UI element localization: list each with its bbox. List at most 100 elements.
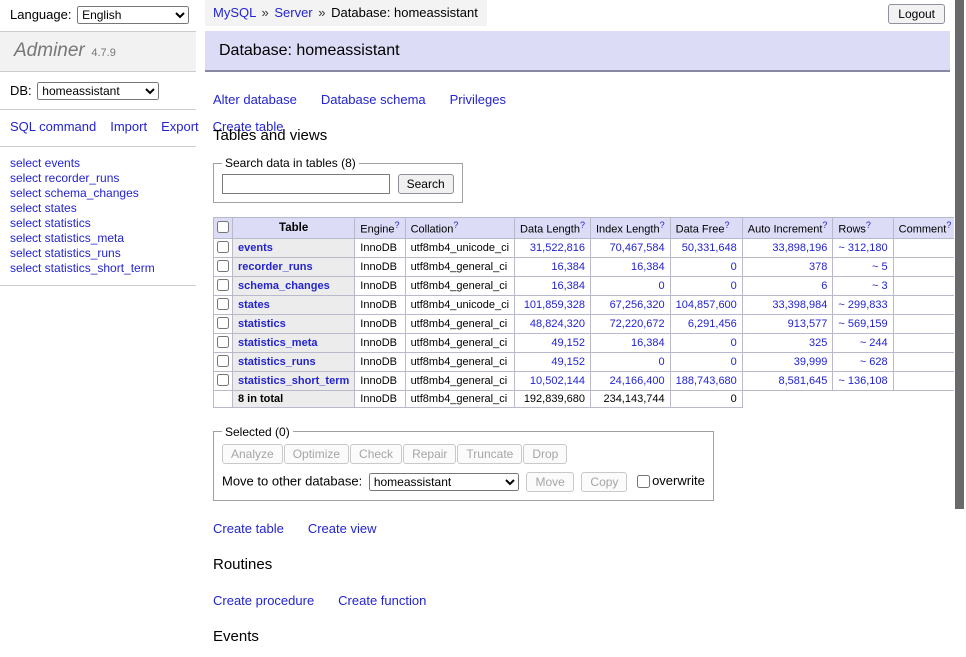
table-name-link[interactable]: schema_changes: [238, 280, 330, 292]
sidebar-table-link[interactable]: select statistics_runs: [10, 246, 196, 261]
data-free-link[interactable]: 6,291,456: [688, 318, 737, 330]
adminer-logo-link[interactable]: Adminer: [14, 40, 85, 61]
index-length-link[interactable]: 16,384: [631, 337, 665, 349]
check-button[interactable]: Check: [350, 444, 402, 464]
rows-count-link[interactable]: ~ 3: [872, 280, 888, 292]
sidebar-action-link[interactable]: SQL command: [10, 119, 96, 134]
rows-count-link[interactable]: ~ 244: [860, 337, 888, 349]
table-name-link[interactable]: statistics_short_term: [238, 375, 349, 387]
move-db-select[interactable]: homeassistant: [369, 473, 519, 491]
auto-increment-link[interactable]: 325: [809, 337, 827, 349]
help-icon[interactable]: ?: [580, 220, 585, 230]
data-length-link[interactable]: 101,859,328: [524, 299, 585, 311]
help-icon[interactable]: ?: [822, 220, 827, 230]
sidebar-table-link[interactable]: select recorder_runs: [10, 171, 196, 186]
create-link[interactable]: Create table: [213, 521, 284, 536]
rows-count-link[interactable]: ~ 628: [860, 356, 888, 368]
row-checkbox[interactable]: [217, 336, 229, 348]
data-free-link[interactable]: 0: [731, 261, 737, 273]
row-checkbox[interactable]: [217, 374, 229, 386]
data-free-link[interactable]: 0: [731, 337, 737, 349]
auto-increment-link[interactable]: 33,398,984: [772, 299, 827, 311]
sidebar-table-link[interactable]: select statistics: [10, 216, 196, 231]
sidebar-table-link[interactable]: select schema_changes: [10, 186, 196, 201]
repair-button[interactable]: Repair: [403, 444, 456, 464]
auto-increment-link[interactable]: 8,581,645: [778, 375, 827, 387]
rows-count-link[interactable]: ~ 299,833: [838, 299, 887, 311]
auto-increment-link[interactable]: 39,999: [794, 356, 828, 368]
help-icon[interactable]: ?: [866, 220, 871, 230]
rows-count-link[interactable]: ~ 5: [872, 261, 888, 273]
row-checkbox[interactable]: [217, 317, 229, 329]
table-name-link[interactable]: states: [238, 299, 270, 311]
db-action-link[interactable]: Alter database: [213, 92, 297, 107]
row-checkbox[interactable]: [217, 260, 229, 272]
row-checkbox[interactable]: [217, 355, 229, 367]
sidebar-table-link[interactable]: select events: [10, 156, 196, 171]
breadcrumb-server-link[interactable]: Server: [274, 5, 312, 20]
data-length-link[interactable]: 31,522,816: [530, 242, 585, 254]
index-length-link[interactable]: 72,220,672: [610, 318, 665, 330]
help-icon[interactable]: ?: [395, 220, 400, 230]
language-select[interactable]: English: [77, 6, 189, 24]
row-checkbox[interactable]: [217, 241, 229, 253]
data-free-link[interactable]: 0: [731, 356, 737, 368]
drop-button[interactable]: Drop: [523, 444, 567, 464]
search-button[interactable]: Search: [398, 174, 454, 194]
data-length-link[interactable]: 49,152: [551, 337, 585, 349]
data-length-link[interactable]: 48,824,320: [530, 318, 585, 330]
table-name-link[interactable]: statistics_meta: [238, 337, 318, 349]
db-action-link[interactable]: Privileges: [450, 92, 506, 107]
overwrite-checkbox[interactable]: [637, 475, 650, 488]
row-checkbox[interactable]: [217, 298, 229, 310]
db-select[interactable]: homeassistant: [37, 82, 159, 100]
data-length-link[interactable]: 16,384: [551, 261, 585, 273]
rows-count-link[interactable]: ~ 312,180: [838, 242, 887, 254]
db-action-link[interactable]: Database schema: [321, 92, 426, 107]
sidebar-table-link[interactable]: select statistics_meta: [10, 231, 196, 246]
rows-count-link[interactable]: ~ 136,108: [838, 375, 887, 387]
create-link[interactable]: Create view: [308, 521, 377, 536]
sidebar-table-link[interactable]: select statistics_short_term: [10, 261, 196, 276]
index-length-link[interactable]: 0: [659, 280, 665, 292]
rows-count-link[interactable]: ~ 569,159: [838, 318, 887, 330]
data-free-link[interactable]: 104,857,600: [676, 299, 737, 311]
auto-increment-link[interactable]: 913,577: [788, 318, 828, 330]
help-icon[interactable]: ?: [725, 220, 730, 230]
index-length-link[interactable]: 0: [659, 356, 665, 368]
copy-button[interactable]: Copy: [581, 472, 627, 492]
index-length-link[interactable]: 70,467,584: [610, 242, 665, 254]
search-input[interactable]: [222, 174, 390, 194]
index-length-link[interactable]: 24,166,400: [610, 375, 665, 387]
row-checkbox[interactable]: [217, 279, 229, 291]
select-all-checkbox[interactable]: [217, 221, 229, 233]
auto-increment-link[interactable]: 378: [809, 261, 827, 273]
routine-create-link[interactable]: Create procedure: [213, 593, 314, 608]
table-name-link[interactable]: recorder_runs: [238, 261, 313, 273]
scrollbar-thumb[interactable]: [955, 0, 964, 509]
logout-button[interactable]: Logout: [888, 4, 945, 24]
optimize-button[interactable]: Optimize: [284, 444, 349, 464]
help-icon[interactable]: ?: [453, 220, 458, 230]
data-length-link[interactable]: 10,502,144: [530, 375, 585, 387]
auto-increment-link[interactable]: 6: [821, 280, 827, 292]
sidebar-table-link[interactable]: select states: [10, 201, 196, 216]
table-name-link[interactable]: statistics: [238, 318, 286, 330]
truncate-button[interactable]: Truncate: [457, 444, 522, 464]
analyze-button[interactable]: Analyze: [222, 444, 283, 464]
overwrite-label[interactable]: overwrite: [637, 473, 705, 488]
help-icon[interactable]: ?: [660, 220, 665, 230]
data-free-link[interactable]: 188,743,680: [676, 375, 737, 387]
data-free-link[interactable]: 0: [731, 280, 737, 292]
index-length-link[interactable]: 16,384: [631, 261, 665, 273]
help-icon[interactable]: ?: [946, 220, 951, 230]
sidebar-action-link[interactable]: Export: [161, 119, 199, 134]
data-free-link[interactable]: 50,331,648: [682, 242, 737, 254]
routine-create-link[interactable]: Create function: [338, 593, 426, 608]
table-name-link[interactable]: statistics_runs: [238, 356, 316, 368]
table-name-link[interactable]: events: [238, 242, 273, 254]
auto-increment-link[interactable]: 33,898,196: [772, 242, 827, 254]
breadcrumb-mysql-link[interactable]: MySQL: [213, 5, 256, 20]
sidebar-action-link[interactable]: Import: [110, 119, 147, 134]
scrollbar[interactable]: [954, 0, 966, 543]
